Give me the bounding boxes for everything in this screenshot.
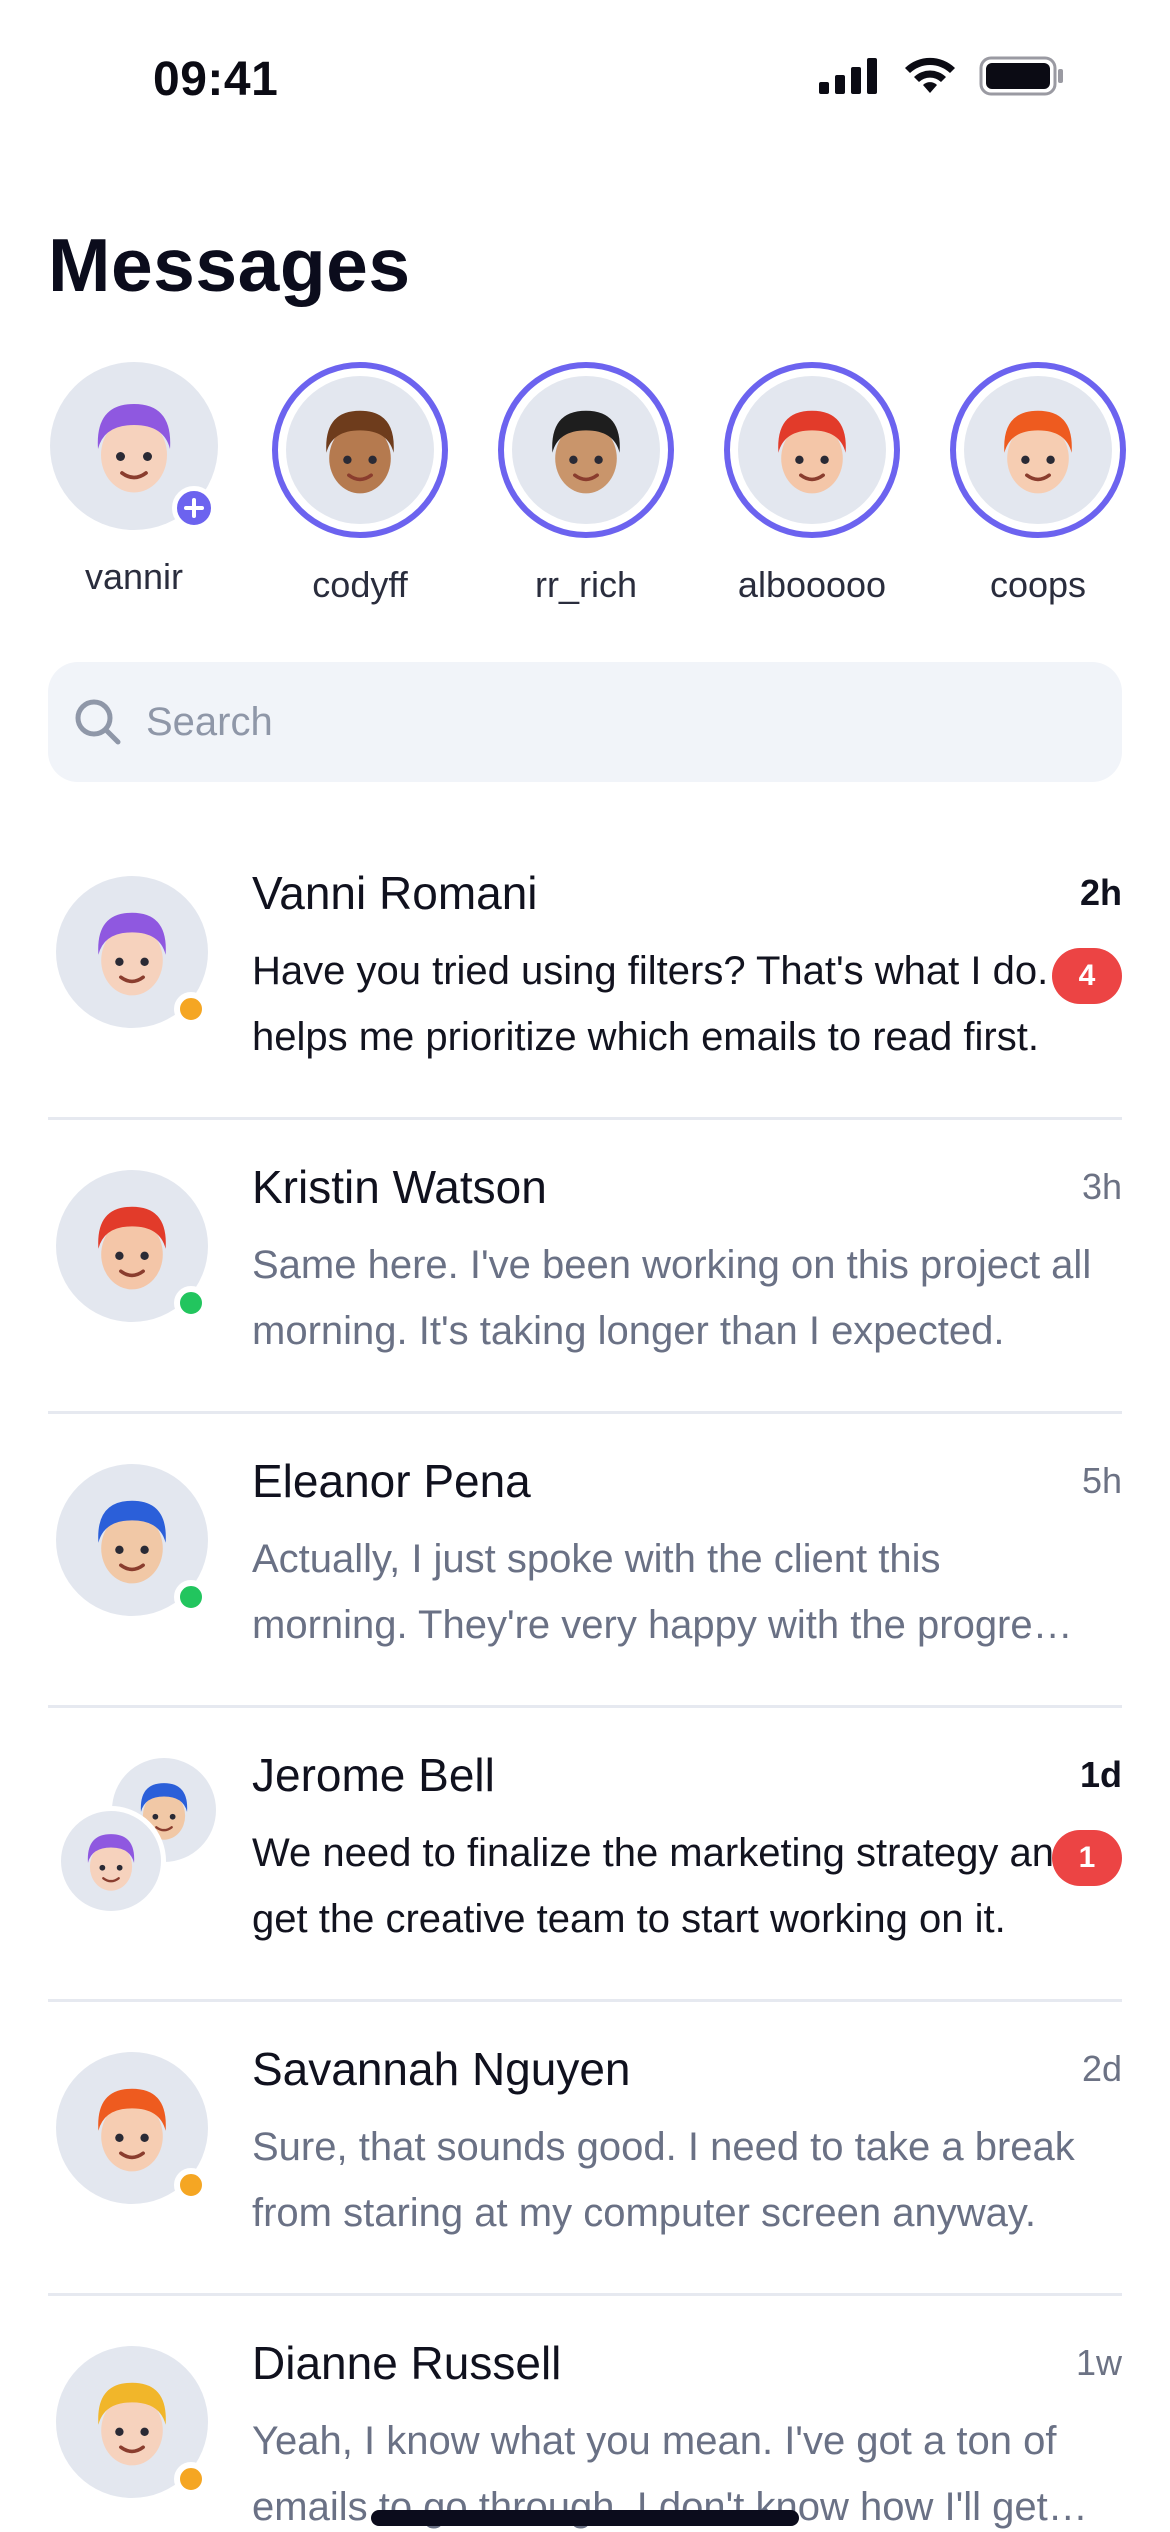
presence-dot (174, 2168, 208, 2202)
search-input[interactable] (146, 699, 1046, 745)
story-ring[interactable] (272, 362, 448, 538)
conversation-row[interactable]: Jerome Bell 1d We need to finalize the mar… (48, 1708, 1122, 2002)
contact-name: Eleanor Pena (252, 1455, 531, 1507)
unread-badge: 4 (1052, 948, 1122, 1004)
story-name: vannir (84, 556, 184, 597)
story-ring[interactable] (950, 362, 1126, 538)
avatar (56, 1806, 166, 1916)
avatar (964, 376, 1112, 524)
wifi-icon (905, 57, 955, 93)
contact-name: Jerome Bell (252, 1749, 495, 1801)
story-codyff[interactable]: codyff (270, 362, 450, 606)
presence-dot (174, 1580, 208, 1614)
presence-dot (174, 992, 208, 1026)
timestamp: 2d (1081, 2048, 1122, 2089)
status-icons (819, 56, 1065, 96)
avatar-wrap (56, 1464, 208, 1616)
avatar-wrap (56, 2346, 208, 2498)
message-preview: Same here. I've been working on this pro… (252, 1243, 1092, 1353)
story-vannir[interactable]: vannir (44, 362, 224, 598)
conversation-row[interactable]: Kristin Watson 3h Same here. I've been wor… (48, 1120, 1122, 1414)
message-preview: Sure, that sounds good. I need to take a… (252, 2125, 1075, 2235)
message-preview: Have you tried using filters? That's wha… (252, 949, 1082, 1059)
timestamp: 2h (1079, 872, 1122, 913)
page-title: Messages (48, 223, 411, 307)
timestamp: 3h (1081, 1166, 1122, 1207)
story-name: albooooo (737, 564, 887, 605)
message-preview: We need to finalize the marketing strate… (252, 1831, 1077, 1941)
avatar-wrap (56, 876, 208, 1028)
contact-name: Savannah Nguyen (252, 2043, 631, 2095)
home-indicator[interactable] (371, 2510, 799, 2526)
signal-icon (819, 58, 877, 94)
conversation-row[interactable]: Dianne Russell 1w Yeah, I know what you me… (48, 2296, 1122, 2532)
conversation-row[interactable]: Eleanor Pena 5h Actually, I just spoke wit… (48, 1414, 1122, 1708)
timestamp: 1w (1075, 2342, 1122, 2383)
story-coops[interactable]: coops (948, 362, 1128, 606)
status-bar: 09:41 (0, 0, 1170, 160)
conversation-row[interactable]: Savannah Nguyen 2d Sure, that sounds good.… (48, 2002, 1122, 2296)
contact-name: Vanni Romani (252, 867, 538, 919)
story-rr_rich[interactable]: rr_rich (496, 362, 676, 606)
contact-name: Dianne Russell (252, 2337, 562, 2389)
presence-dot (174, 1286, 208, 1320)
story-ring[interactable] (724, 362, 900, 538)
story-ring[interactable] (498, 362, 674, 538)
contact-name: Kristin Watson (252, 1161, 547, 1213)
story-name: codyff (312, 564, 408, 605)
story-name: coops (989, 564, 1087, 605)
avatar-wrap (56, 2052, 208, 2204)
avatar-wrap (56, 1170, 208, 1322)
status-time: 09:41 (153, 53, 279, 106)
conversation-row[interactable]: Vanni Romani 2h Have you tried using filte… (48, 826, 1122, 1120)
unread-badge: 1 (1052, 1830, 1122, 1886)
story-name: rr_rich (534, 564, 637, 605)
message-preview: Actually, I just spoke with the client t… (252, 1537, 1073, 1647)
avatar (738, 376, 886, 524)
presence-dot (174, 2462, 208, 2496)
add-story-icon[interactable] (172, 486, 216, 530)
avatar (512, 376, 660, 524)
story-albooooo[interactable]: albooooo (722, 362, 902, 606)
search-icon (75, 699, 121, 745)
own-story-avatar[interactable] (50, 362, 218, 530)
timestamp: 1d (1079, 1754, 1122, 1795)
stories-row: vannir codyff rr_rich albooooo coops (48, 362, 1170, 622)
search-bar[interactable] (48, 662, 1122, 782)
group-avatar (56, 1758, 216, 1918)
avatar (286, 376, 434, 524)
timestamp: 5h (1081, 1460, 1122, 1501)
battery-icon (979, 56, 1063, 96)
